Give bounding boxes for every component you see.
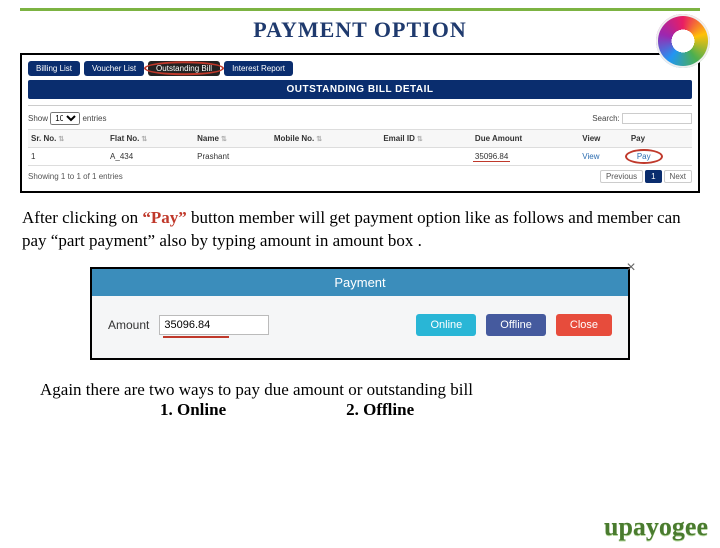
modal-title: Payment — [334, 275, 385, 290]
close-icon[interactable]: × — [622, 259, 640, 277]
show-label-pre: Show — [28, 114, 48, 123]
cell-srno: 1 — [28, 148, 107, 166]
col-due[interactable]: Due Amount — [472, 130, 579, 148]
section-header: OUTSTANDING BILL DETAIL — [28, 80, 692, 99]
cell-mobile — [271, 148, 381, 166]
pager-page-1[interactable]: 1 — [645, 170, 661, 183]
table-row: 1 A_434 Prashant 35096.84 View Pay — [28, 148, 692, 166]
pager-prev[interactable]: Previous — [600, 170, 643, 183]
entries-dropdown[interactable]: 10 — [50, 112, 80, 125]
col-email[interactable]: Email ID⇅ — [380, 130, 472, 148]
payment-modal-screenshot: Payment × Amount Online Offline Close — [90, 267, 630, 360]
close-button[interactable]: Close — [556, 314, 612, 336]
online-button[interactable]: Online — [416, 314, 476, 336]
tab-outstanding-bill[interactable]: Outstanding Bill — [148, 61, 220, 76]
col-flatno[interactable]: Flat No.⇅ — [107, 130, 194, 148]
brand-logo-icon — [656, 14, 710, 68]
tab-interest-report[interactable]: Interest Report — [224, 61, 293, 76]
brand-wordmark: upayogee — [604, 512, 708, 542]
cell-email — [380, 148, 472, 166]
pay-link[interactable]: Pay — [631, 152, 657, 161]
table-info: Showing 1 to 1 of 1 entries — [28, 172, 123, 181]
page-title: PAYMENT OPTION — [0, 17, 720, 43]
amount-label: Amount — [108, 318, 149, 332]
show-label-post: entries — [82, 114, 106, 123]
col-mobile[interactable]: Mobile No.⇅ — [271, 130, 381, 148]
tab-voucher-list[interactable]: Voucher List — [84, 61, 144, 76]
cell-flatno: A_434 — [107, 148, 194, 166]
outstanding-table: Sr. No.⇅ Flat No.⇅ Name⇅ Mobile No.⇅ Ema… — [28, 129, 692, 166]
cell-name: Prashant — [194, 148, 271, 166]
instruction-paragraph-2: Again there are two ways to pay due amou… — [40, 380, 680, 420]
search-input[interactable] — [622, 113, 692, 124]
col-pay[interactable]: Pay — [628, 130, 692, 148]
col-view[interactable]: View — [579, 130, 628, 148]
offline-button[interactable]: Offline — [486, 314, 546, 336]
outstanding-bill-screenshot: Billing List Voucher List Outstanding Bi… — [20, 53, 700, 193]
instruction-paragraph-1: After clicking on “Pay” button member wi… — [22, 207, 698, 253]
amount-input[interactable] — [159, 315, 269, 335]
entries-selector[interactable]: Show 10 entries — [28, 112, 107, 125]
pager-next[interactable]: Next — [664, 170, 692, 183]
cell-due: 35096.84 — [472, 148, 579, 166]
view-link[interactable]: View — [582, 152, 599, 161]
col-srno[interactable]: Sr. No.⇅ — [28, 130, 107, 148]
tab-billing-list[interactable]: Billing List — [28, 61, 80, 76]
pagination: Previous 1 Next — [600, 170, 692, 183]
col-name[interactable]: Name⇅ — [194, 130, 271, 148]
search-label: Search: — [592, 114, 620, 123]
